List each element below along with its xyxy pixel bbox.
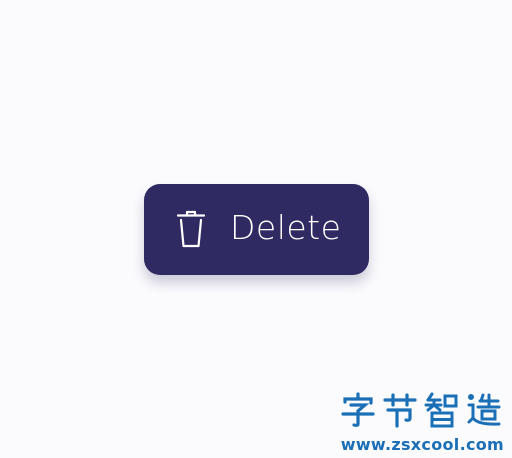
delete-button-label: Delete (230, 208, 342, 247)
watermark-logo-char (341, 392, 375, 427)
watermark-logo-char (467, 393, 501, 426)
watermark-logo-char (424, 392, 458, 428)
trash-icon (176, 210, 206, 248)
watermark-url: www.zsxcool.com (340, 435, 504, 454)
watermark: www.zsxcool.com (331, 392, 506, 454)
watermark-logo (340, 392, 502, 428)
delete-button[interactable]: Delete (144, 184, 369, 275)
watermark-logo-char (383, 393, 417, 428)
